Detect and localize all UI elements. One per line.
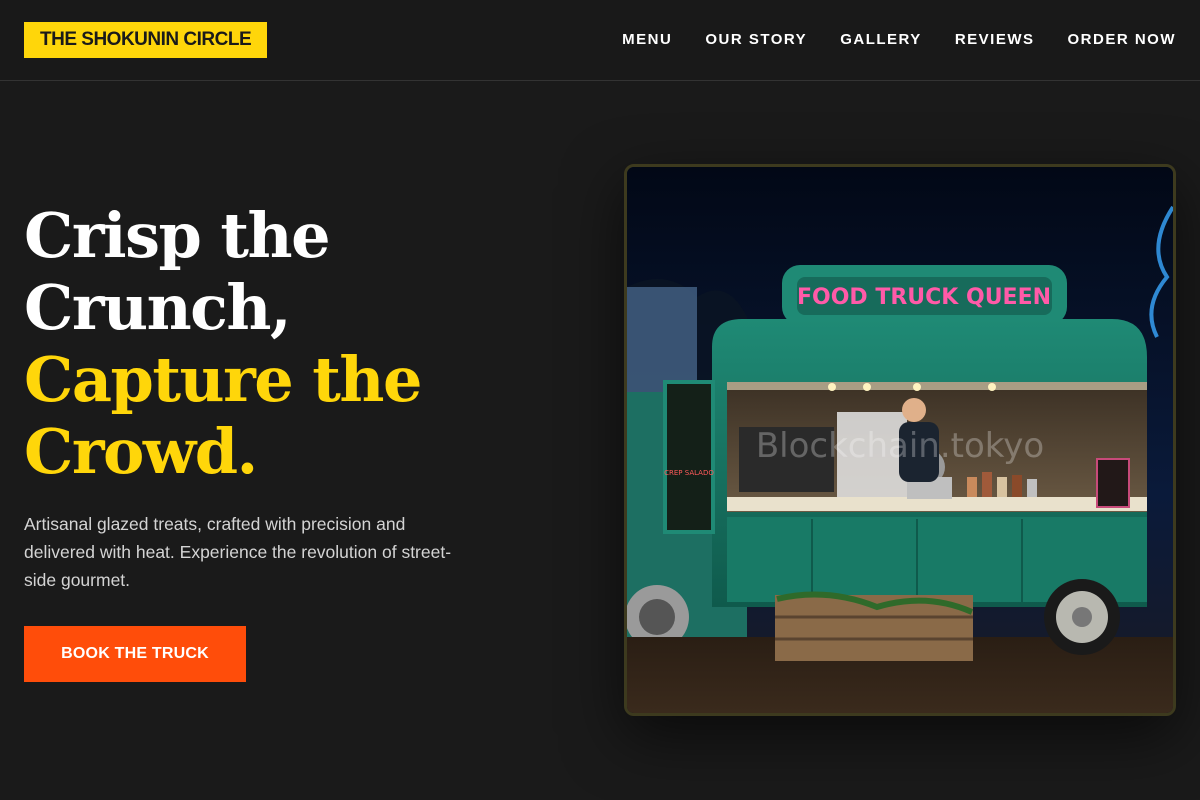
nav-link-gallery[interactable]: GALLERY xyxy=(840,30,922,50)
nav-link-order-now[interactable]: ORDER NOW xyxy=(1068,30,1177,50)
hero-subtitle: Artisanal glazed treats, crafted with pr… xyxy=(24,514,452,590)
food-truck-sign-text: FOOD TRUCK QUEEN xyxy=(797,285,1051,310)
hero-headline-accent-line-1: Capture the xyxy=(24,343,422,416)
hero-headline-line-2: Crunch, xyxy=(24,271,292,344)
photo-watermark: Blockchain.tokyo xyxy=(756,426,1044,466)
hero-photo-food-truck: FOOD TRUCK QUEEN CREP SALADO Blockchain.… xyxy=(624,164,1176,716)
brand-logo[interactable]: THE SHOKUNIN CIRCLE xyxy=(24,22,268,58)
menu-board-text: CREP SALADO xyxy=(664,469,714,477)
nav-link-our-story[interactable]: OUR STORY xyxy=(705,30,807,50)
hero-headline: Crisp the Crunch, Capture the Crowd. xyxy=(24,200,564,488)
nav-link-menu[interactable]: MENU xyxy=(622,30,672,50)
hero-headline-line-1: Crisp the xyxy=(24,199,331,272)
nav-link-reviews[interactable]: REVIEWS xyxy=(955,30,1035,50)
top-navigation-bar: THE SHOKUNIN CIRCLE MENU OUR STORY GALLE… xyxy=(0,0,1200,81)
book-the-truck-button[interactable]: BOOK THE TRUCK xyxy=(24,626,246,682)
nav-links: MENU OUR STORY GALLERY REVIEWS ORDER NOW xyxy=(622,30,1176,50)
hero-headline-accent-line-2: Crowd. xyxy=(24,415,258,488)
